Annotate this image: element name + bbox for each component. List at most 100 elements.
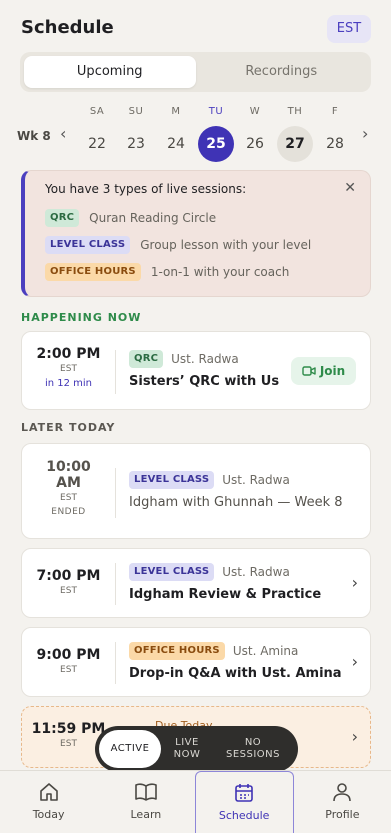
coach-name: Ust. Amina <box>232 644 299 658</box>
time-zone: EST <box>60 665 77 675</box>
filter-no-sessions[interactable]: NO SESSIONS <box>213 730 293 768</box>
day-number: 22 <box>88 136 106 152</box>
filter-label-line: NO <box>244 737 262 748</box>
session-card-live[interactable]: 2:00 PM EST in 12 min QRC Ust. Radwa Sis… <box>21 331 371 410</box>
filter-active[interactable]: ACTIVE <box>99 730 161 768</box>
coach-name: Ust. Radwa <box>222 565 290 579</box>
filter-label-line: SESSIONS <box>225 749 280 760</box>
day-of-week: W <box>249 106 261 117</box>
time-text: 9:00 PM <box>36 647 101 663</box>
tab-label: Today <box>32 808 65 821</box>
coach-name: Ust. Radwa <box>222 473 290 487</box>
session-card-ended[interactable]: 10:00 AM EST ENDED LEVEL CLASS Ust. Radw… <box>21 443 371 539</box>
header: Schedule EST <box>0 0 391 50</box>
next-week-chevron-icon[interactable]: › <box>362 124 368 143</box>
time-zone: EST <box>60 364 77 374</box>
time-meridiem: AM <box>56 475 81 491</box>
office-hours-tag: OFFICE HOURS <box>45 263 141 281</box>
book-icon <box>135 783 157 801</box>
day-of-week: SU <box>128 106 144 117</box>
day-number: 23 <box>127 136 145 152</box>
session-time: 9:00 PM EST <box>22 628 115 696</box>
divider <box>115 563 116 605</box>
calendar-icon <box>235 784 253 802</box>
session-filter-toggle: ACTIVE LIVE NOW NO SESSIONS <box>95 726 298 772</box>
divider <box>115 642 116 684</box>
person-icon <box>333 783 352 802</box>
day-of-week: SA <box>89 106 105 117</box>
time-text: 10:00 <box>46 459 91 475</box>
join-button[interactable]: Join <box>291 357 356 385</box>
legend-description: 1-on-1 with your coach <box>150 265 290 279</box>
session-time: 7:00 PM EST <box>22 549 115 617</box>
countdown-text: in 12 min <box>44 378 93 389</box>
time-text: 2:00 PM <box>36 346 101 362</box>
schedule-segment-control: Upcoming Recordings <box>20 52 371 92</box>
day-number: 26 <box>246 136 264 152</box>
day-number: 27 <box>277 126 313 162</box>
previous-week-chevron-icon[interactable]: ‹ <box>60 124 66 143</box>
close-icon[interactable]: ✕ <box>344 180 356 196</box>
session-meta: OFFICE HOURS Ust. Amina <box>129 642 298 660</box>
bottom-tab-bar: Today Learn Schedule Profile <box>0 770 391 833</box>
day-number: 28 <box>326 136 344 152</box>
day-of-week: TU <box>208 106 224 117</box>
chevron-right-icon: › <box>351 573 358 592</box>
section-later-today: LATER TODAY <box>21 421 116 434</box>
filter-label-line: LIVE <box>175 737 199 748</box>
section-happening-now: HAPPENING NOW <box>21 311 142 324</box>
time-zone: EST <box>60 493 77 503</box>
tab-today[interactable]: Today <box>0 771 97 833</box>
tab-upcoming[interactable]: Upcoming <box>24 56 196 88</box>
session-time: 10:00 AM EST ENDED <box>22 444 115 538</box>
home-icon <box>39 783 58 801</box>
day-thursday[interactable]: TH 27 <box>277 104 313 162</box>
qrc-tag: QRC <box>45 209 80 227</box>
tab-learn[interactable]: Learn <box>97 771 194 833</box>
chevron-right-icon: › <box>351 727 358 746</box>
chevron-right-icon: › <box>351 652 358 671</box>
time-zone: EST <box>60 586 77 596</box>
level-class-tag: LEVEL CLASS <box>45 236 131 254</box>
day-of-week: TH <box>287 106 303 117</box>
legend-item: LEVEL CLASS Group lesson with your level <box>45 235 311 255</box>
day-monday[interactable]: M 24 <box>158 104 194 162</box>
day-number: 25 <box>198 126 234 162</box>
week-label: Wk 8 <box>17 129 51 143</box>
legend-item: QRC Quran Reading Circle <box>45 208 216 228</box>
day-sunday[interactable]: SU 23 <box>118 104 154 162</box>
day-saturday[interactable]: SA 22 <box>79 104 115 162</box>
day-of-week: F <box>331 106 339 117</box>
divider <box>115 468 116 518</box>
session-meta: LEVEL CLASS Ust. Radwa <box>129 563 290 581</box>
session-name: Idgham Review & Practice <box>129 587 322 602</box>
level-class-tag: LEVEL CLASS <box>129 471 215 489</box>
tab-label: Schedule <box>218 809 270 822</box>
day-wednesday[interactable]: W 26 <box>237 104 273 162</box>
session-name: Sisters’ QRC with Ust... <box>129 374 279 389</box>
session-name: Drop-in Q&A with Ust. Amina <box>129 666 342 681</box>
tab-recordings[interactable]: Recordings <box>196 56 368 88</box>
tab-schedule[interactable]: Schedule <box>194 771 294 833</box>
session-types-info-card: You have 3 types of live sessions: ✕ QRC… <box>21 170 371 297</box>
qrc-tag: QRC <box>129 350 164 368</box>
office-hours-tag: OFFICE HOURS <box>129 642 225 660</box>
time-text: 7:00 PM <box>36 568 101 584</box>
session-name: Idgham with Ghunnah — Week 8 <box>129 495 343 510</box>
session-card[interactable]: 9:00 PM EST OFFICE HOURS Ust. Amina Drop… <box>21 627 371 697</box>
filter-live-now[interactable]: LIVE NOW <box>161 730 213 768</box>
video-camera-icon <box>302 366 316 376</box>
day-friday[interactable]: F 28 <box>317 104 353 162</box>
session-card[interactable]: 7:00 PM EST LEVEL CLASS Ust. Radwa Idgha… <box>21 548 371 618</box>
day-tuesday-selected[interactable]: TU 25 <box>198 104 234 162</box>
tab-label: Profile <box>325 808 360 821</box>
timezone-badge[interactable]: EST <box>327 15 371 43</box>
legend-description: Group lesson with your level <box>140 238 312 252</box>
page-title: Schedule <box>21 17 114 38</box>
session-meta: QRC Ust. Radwa <box>129 350 239 368</box>
divider <box>115 350 116 394</box>
tab-profile[interactable]: Profile <box>294 771 391 833</box>
week-strip: Wk 8 ‹ SA 22 SU 23 M 24 TU 25 W 26 TH 27… <box>0 104 391 164</box>
session-time: 2:00 PM EST in 12 min <box>22 332 115 409</box>
day-number: 24 <box>167 136 185 152</box>
